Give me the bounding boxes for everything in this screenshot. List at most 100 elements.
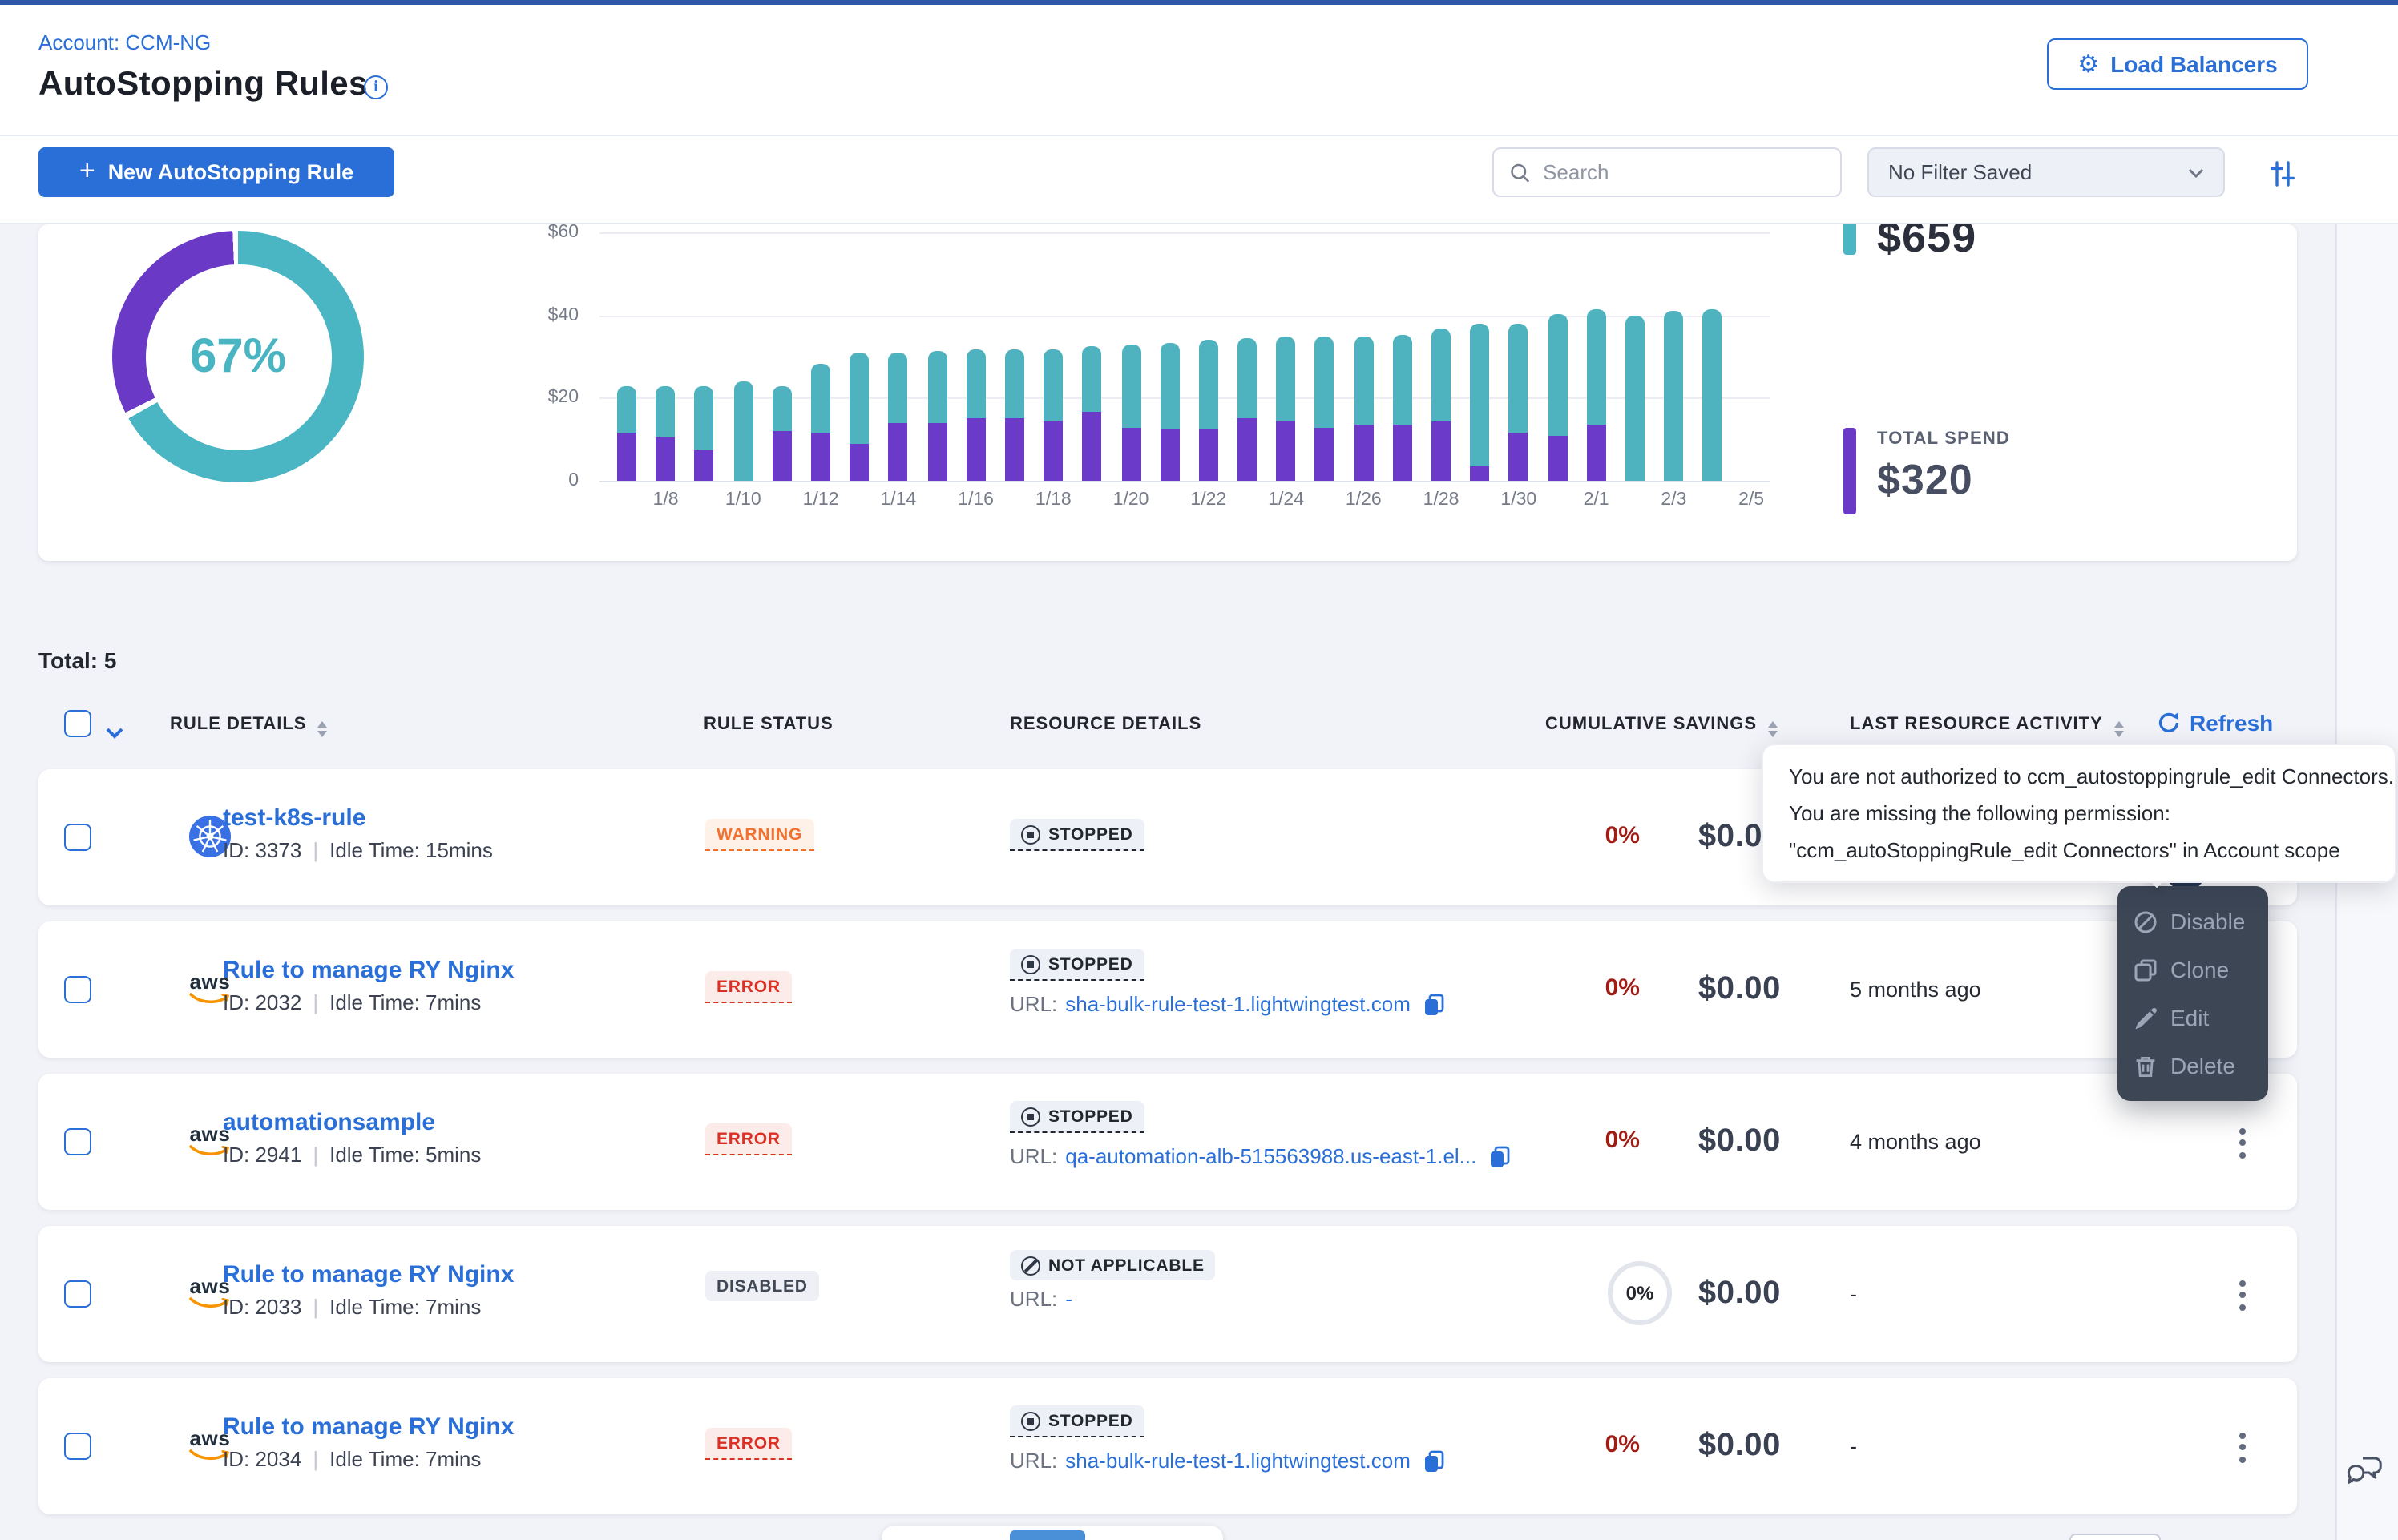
row-checkbox[interactable] [64,1433,91,1460]
savings-swatch [1843,224,1856,255]
table-row: aws Rule to manage RY Nginx ID: 2034|Idl… [38,1378,2297,1514]
resource-url-link[interactable]: - [1065,1287,1072,1311]
savings-segment [889,353,908,423]
spend-segment [1005,419,1024,481]
x-axis-tick-label [1228,490,1266,510]
spend-segment [811,433,830,481]
disable-icon [2134,909,2158,933]
x-axis-tick-label: 1/26 [1344,490,1383,510]
savings-segment [1625,316,1645,481]
rule-name-link[interactable]: Rule to manage RY Nginx [223,1413,514,1441]
bar-1/14 [879,224,918,481]
savings-segment [1121,345,1140,427]
resource-url-link[interactable]: sha-bulk-rule-test-1.lightwingtest.com [1065,1449,1411,1473]
menu-item-delete[interactable]: Delete [2117,1042,2268,1090]
sort-icon[interactable] [1768,721,1778,737]
page-title: AutoStopping Rules [38,66,368,104]
menu-item-clone[interactable]: Clone [2117,945,2268,994]
spend-segment [617,433,636,481]
spend-segment [1199,429,1218,481]
bar-1/27 [1383,224,1422,481]
row-checkbox[interactable] [64,976,91,1003]
search-input[interactable] [1543,160,1824,184]
y-axis-tick-label: $60 [503,224,579,243]
savings-segment [1431,328,1451,421]
bar-1/13 [840,224,878,481]
active-page-button[interactable] [1010,1530,1085,1540]
y-axis-tick-label: $20 [503,389,579,408]
spend-segment [850,444,869,481]
resource-state-badge[interactable]: NOT APPLICABLE [1010,1250,1216,1280]
total-spend-value: $320 [1877,455,1973,505]
page-size-button[interactable] [2069,1534,2161,1540]
total-count-label: Total: 5 [38,647,117,673]
load-balancers-button[interactable]: ⚙ Load Balancers [2047,38,2308,90]
select-menu-chevron-icon[interactable] [106,718,123,747]
rule-meta: ID: 3373|Idle Time: 15mins [223,838,493,862]
resource-url-link[interactable]: sha-bulk-rule-test-1.lightwingtest.com [1065,992,1411,1016]
menu-item-edit[interactable]: Edit [2117,994,2268,1042]
rule-status-badge[interactable]: ERROR [705,971,792,1003]
x-axis-tick-label: 1/22 [1189,490,1228,510]
new-autostopping-rule-button[interactable]: + New AutoStopping Rule [38,147,394,197]
savings-segment [1005,349,1024,419]
x-axis-tick-label [1460,490,1499,510]
menu-item-disable[interactable]: Disable [2117,897,2268,945]
copy-icon[interactable] [1423,1449,1444,1472]
x-axis-tick-label: 1/14 [879,490,918,510]
bar-2/2 [1616,224,1654,481]
resource-url: URL: qa-automation-alb-515563988.us-east… [1010,1144,1510,1168]
savings-amount: $0.00 [1698,1276,1781,1312]
rule-name-link[interactable]: Rule to manage RY Nginx [223,957,514,984]
rule-status-badge[interactable]: DISABLED [705,1271,819,1301]
info-icon[interactable]: i [364,75,388,99]
row-actions-kebab-icon[interactable] [2231,1272,2254,1317]
refresh-button[interactable]: Refresh [2158,710,2273,736]
delete-icon [2134,1054,2158,1078]
spend-segment [656,437,676,481]
row-actions-kebab-icon[interactable] [2231,1120,2254,1165]
savings-segment [1393,334,1412,425]
savings-segment [1354,337,1373,425]
col-cumulative-savings: CUMULATIVE SAVINGS [1545,715,1778,737]
bar-1/25 [1306,224,1344,481]
rule-name-link[interactable]: Rule to manage RY Nginx [223,1261,514,1288]
not-applicable-icon [1021,1256,1040,1276]
copy-icon[interactable] [1423,993,1444,1015]
resource-state-badge[interactable]: STOPPED [1010,1405,1144,1437]
copy-icon[interactable] [1489,1145,1510,1167]
x-axis-tick-label: 1/12 [801,490,840,510]
rule-status-badge[interactable]: WARNING [705,819,813,851]
select-all-checkbox[interactable] [64,710,91,737]
row-checkbox[interactable] [64,824,91,851]
tooltip-line: You are missing the following permission… [1789,795,2369,832]
rule-status-badge[interactable]: ERROR [705,1428,792,1460]
resource-state-badge[interactable]: STOPPED [1010,949,1144,981]
spend-segment [1587,425,1606,481]
rule-name-link[interactable]: automationsample [223,1109,435,1136]
spend-segment [889,423,908,481]
resource-url-link[interactable]: qa-automation-alb-515563988.us-east-1.el… [1065,1144,1476,1168]
bar-1/31 [1538,224,1576,481]
spend-segment [1431,421,1451,481]
resource-state-badge[interactable]: STOPPED [1010,1101,1144,1133]
rule-name-link[interactable]: test-k8s-rule [223,804,365,832]
account-breadcrumb[interactable]: Account: CCM-NG [38,30,211,54]
sort-icon[interactable] [2114,721,2124,737]
x-axis-tick-label: 1/28 [1422,490,1460,510]
saved-filter-select[interactable]: No Filter Saved [1867,147,2225,197]
sort-icon[interactable] [318,721,328,737]
savings-segment [1548,313,1567,435]
row-checkbox[interactable] [64,1128,91,1155]
x-axis-tick-label [1538,490,1576,510]
y-axis-tick-label: 0 [503,471,579,490]
filter-sliders-icon[interactable] [2267,157,2299,189]
savings-segment [1587,309,1606,425]
rule-status-badge[interactable]: ERROR [705,1123,792,1155]
row-actions-kebab-icon[interactable] [2231,1425,2254,1469]
chat-support-icon[interactable] [2347,1457,2384,1494]
savings-segment [695,386,714,450]
x-axis-tick-label [1073,490,1112,510]
resource-state-badge[interactable]: STOPPED [1010,819,1144,851]
row-checkbox[interactable] [64,1280,91,1308]
